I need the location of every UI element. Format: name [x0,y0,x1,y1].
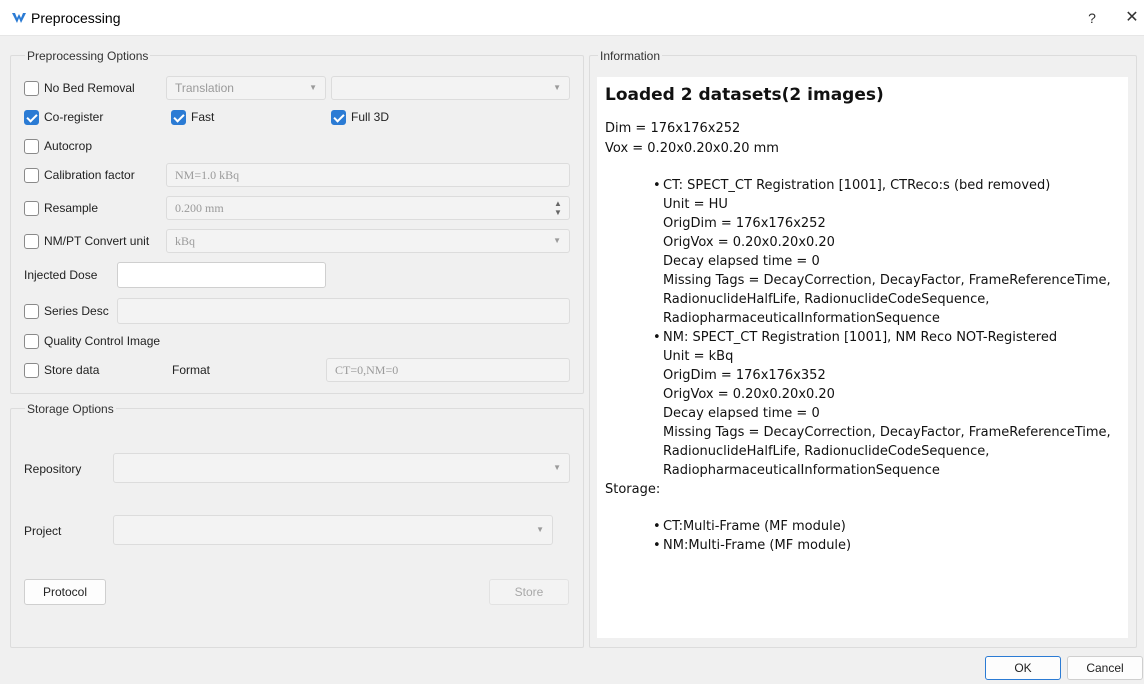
autocrop-checkbox[interactable] [24,139,39,154]
format-value: CT=0,NM=0 [335,363,399,377]
store-button[interactable]: Store [489,579,569,605]
co-register-label: Co-register [44,110,104,124]
repository-label: Repository [24,462,82,476]
full3d-checkbox[interactable] [331,110,346,125]
co-register-checkbox[interactable] [24,110,39,125]
nm-unit: Unit = kBq [663,349,734,364]
convert-unit-value: kBq [175,234,196,248]
resample-checkbox[interactable] [24,201,39,216]
project-label: Project [24,524,62,538]
injected-dose-input[interactable] [117,262,326,288]
fast-checkbox[interactable] [171,110,186,125]
bullet-icon: • [653,519,661,534]
title-bar: Preprocessing ? ✕ [0,0,1144,36]
help-button[interactable]: ? [1080,6,1104,30]
nm-decay: Decay elapsed time = 0 [663,406,820,421]
nm-origdim: OrigDim = 176x176x352 [663,368,826,383]
spin-arrows-icon[interactable]: ▲ ▼ [553,199,563,217]
info-heading: Loaded 2 datasets(2 images) [605,85,884,105]
ok-button[interactable]: OK [985,656,1061,680]
calibration-factor-checkbox[interactable] [24,168,39,183]
chevron-down-icon: ▼ [553,83,561,92]
close-button[interactable]: ✕ [1122,6,1142,30]
ct-origdim: OrigDim = 176x176x252 [663,216,826,231]
information-title: Information [598,49,663,63]
preprocessing-options-title: Preprocessing Options [25,49,151,63]
autocrop-label: Autocrop [44,139,93,153]
bullet-icon: • [653,178,661,193]
window-title: Preprocessing [31,10,121,26]
calibration-factor-field[interactable]: NM=1.0 kBq [166,163,570,187]
chevron-down-icon: ▼ [553,463,561,472]
storage-heading: Storage: [605,482,661,497]
series-desc-input[interactable] [117,298,570,324]
repository-combo[interactable]: ▼ [113,453,570,483]
convert-unit-label: NM/PT Convert unit [44,234,150,248]
ct-decay: Decay elapsed time = 0 [663,254,820,269]
full3d-label: Full 3D [351,110,390,124]
format-label: Format [172,363,211,377]
series-desc-label: Series Desc [44,304,109,318]
nm-missing-tags-2: RadionuclideHalfLife, RadionuclideCodeSe… [663,444,990,459]
nm-origvox: OrigVox = 0.20x0.20x0.20 [663,387,835,402]
no-bed-removal-checkbox[interactable] [24,81,39,96]
info-dim: Dim = 176x176x252 [605,121,741,136]
info-vox: Vox = 0.20x0.20x0.20 mm [605,141,779,156]
injected-dose-label: Injected Dose [24,268,98,282]
nm-missing-tags-1: Missing Tags = DecayCorrection, DecayFac… [663,425,1111,440]
ct-unit: Unit = HU [663,197,728,212]
resample-value: 0.200 mm [175,201,224,215]
storage-nm: NM:Multi-Frame (MF module) [663,538,852,553]
translation-combo-value: Translation [175,81,234,95]
registration-mode-combo[interactable]: ▼ [331,76,570,100]
convert-unit-combo[interactable]: kBq ▼ [166,229,570,253]
chevron-down-icon: ▼ [553,236,561,245]
storage-ct: CT:Multi-Frame (MF module) [663,519,846,534]
no-bed-removal-label: No Bed Removal [44,81,135,95]
ct-missing-tags-1: Missing Tags = DecayCorrection, DecayFac… [663,273,1111,288]
ct-origvox: OrigVox = 0.20x0.20x0.20 [663,235,835,250]
nm-missing-tags-3: RadiopharmaceuticalInformationSequence [663,463,940,478]
calibration-factor-value: NM=1.0 kBq [175,168,240,182]
nm-title: NM: SPECT_CT Registration [1001], NM Rec… [663,330,1058,345]
bullet-icon: • [653,330,661,345]
app-logo-icon [12,13,26,23]
protocol-button[interactable]: Protocol [24,579,106,605]
project-combo[interactable]: ▼ [113,515,553,545]
quality-control-checkbox[interactable] [24,334,39,349]
store-data-checkbox[interactable] [24,363,39,378]
translation-combo[interactable]: Translation ▼ [166,76,326,100]
chevron-down-icon: ▼ [309,83,317,92]
chevron-down-icon: ▼ [536,525,544,534]
ct-title: CT: SPECT_CT Registration [1001], CTReco… [663,178,1051,193]
ct-missing-tags-3: RadiopharmaceuticalInformationSequence [663,311,940,326]
fast-label: Fast [191,110,215,124]
store-data-label: Store data [44,363,100,377]
convert-unit-checkbox[interactable] [24,234,39,249]
bullet-icon: • [653,538,661,553]
format-field[interactable]: CT=0,NM=0 [326,358,570,382]
cancel-button[interactable]: Cancel [1067,656,1143,680]
storage-options-title: Storage Options [25,402,116,416]
series-desc-checkbox[interactable] [24,304,39,319]
quality-control-label: Quality Control Image [44,334,161,348]
resample-spinbox[interactable]: 0.200 mm ▲ ▼ [166,196,570,220]
ct-missing-tags-2: RadionuclideHalfLife, RadionuclideCodeSe… [663,292,990,307]
resample-label: Resample [44,201,99,215]
calibration-factor-label: Calibration factor [44,168,135,182]
information-text-panel[interactable]: Loaded 2 datasets(2 images) Dim = 176x17… [597,77,1128,638]
